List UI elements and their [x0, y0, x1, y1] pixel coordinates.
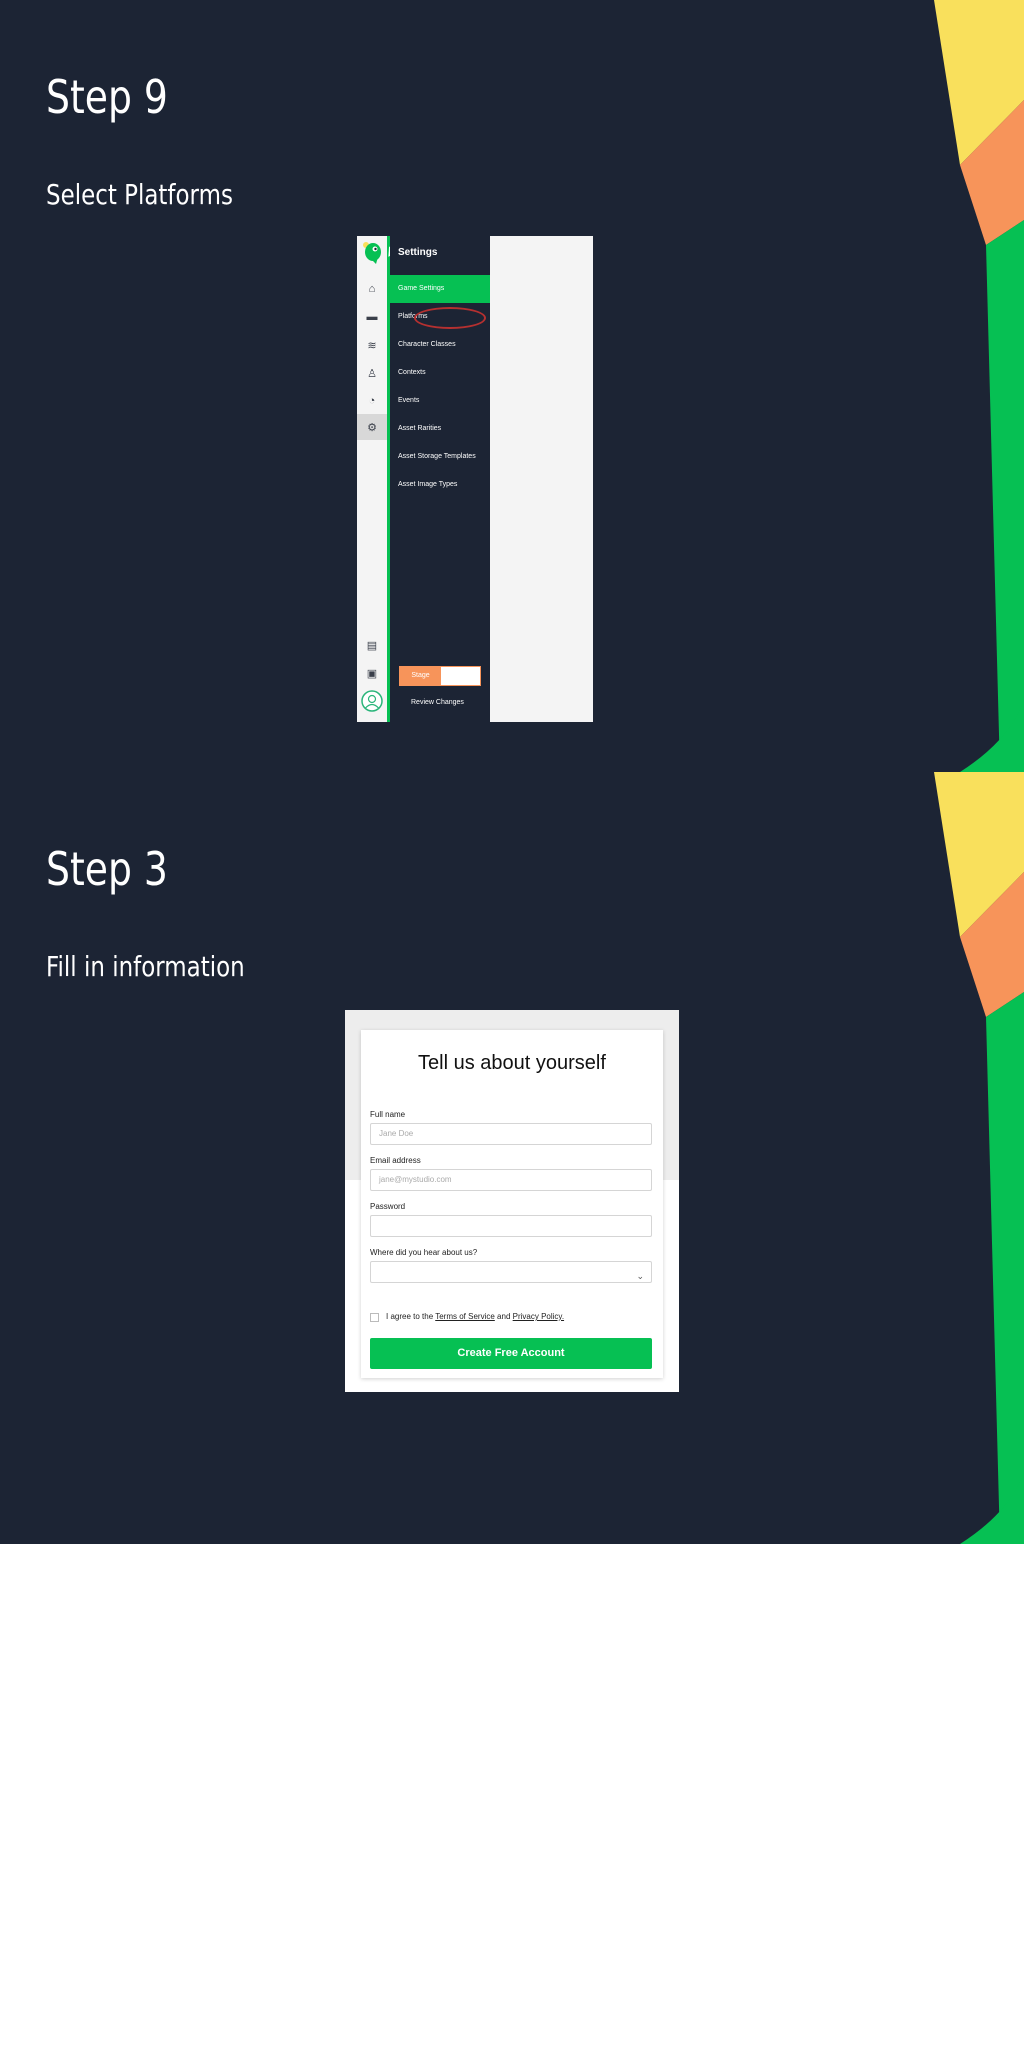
- highlight-ring: [414, 307, 486, 329]
- source-select[interactable]: ⌄: [370, 1261, 652, 1283]
- chevron-down-icon: ⌄: [636, 1271, 644, 1281]
- home-icon[interactable]: ⌂: [357, 276, 387, 302]
- avatar-icon[interactable]: [357, 688, 387, 714]
- email-label: Email address: [370, 1156, 421, 1165]
- slide-step-9: Step 9 Select Platforms ⌂ ▬ ≋ ♙ ◔ ⚙ ▤ ▣: [0, 0, 1024, 772]
- menu-item-asset-storage-templates[interactable]: Asset Storage Templates: [390, 443, 490, 471]
- full-name-label: Full name: [370, 1110, 406, 1119]
- email-input[interactable]: jane@mystudio.com: [370, 1169, 652, 1191]
- privacy-link[interactable]: Privacy Policy.: [513, 1312, 564, 1321]
- settings-menu: Settings Game Settings Platforms Charact…: [390, 236, 490, 722]
- menu-item-events[interactable]: Events: [390, 387, 490, 415]
- chat-icon[interactable]: ▣: [357, 660, 387, 686]
- menu-item-contexts[interactable]: Contexts: [390, 359, 490, 387]
- menu-item-asset-image-types[interactable]: Asset Image Types: [390, 471, 490, 499]
- agree-and: and: [497, 1312, 511, 1321]
- menu-item-asset-rarities[interactable]: Asset Rarities: [390, 415, 490, 443]
- decorative-stripes: [934, 0, 1024, 772]
- terms-link[interactable]: Terms of Service: [435, 1312, 495, 1321]
- step-title: Step 3: [46, 842, 168, 896]
- icon-rail: ⌂ ▬ ≋ ♙ ◔ ⚙ ▤ ▣: [357, 236, 390, 722]
- signup-screenshot: Tell us about yourself Full name Jane Do…: [345, 1010, 679, 1392]
- character-icon[interactable]: ♙: [357, 360, 387, 386]
- gear-icon[interactable]: ⚙: [357, 414, 387, 440]
- step-title: Step 9: [46, 70, 168, 124]
- agree-checkbox[interactable]: [370, 1313, 379, 1322]
- settings-header: Settings: [398, 247, 438, 258]
- source-label: Where did you hear about us?: [370, 1248, 478, 1257]
- gamepad-icon[interactable]: ▬: [357, 304, 387, 330]
- stage-button[interactable]: Stage: [399, 666, 481, 686]
- signup-card: Tell us about yourself Full name Jane Do…: [361, 1030, 663, 1378]
- password-label: Password: [370, 1202, 406, 1211]
- menu-item-character-classes[interactable]: Character Classes: [390, 331, 490, 359]
- review-changes-link[interactable]: Review Changes: [411, 699, 464, 706]
- layers-icon[interactable]: ≋: [357, 332, 387, 358]
- book-icon[interactable]: ▤: [357, 632, 387, 658]
- step-subtitle: Fill in information: [46, 950, 245, 983]
- password-input[interactable]: [370, 1215, 652, 1237]
- decorative-stripes: [934, 772, 1024, 1544]
- agree-text: I agree to the Terms of Service and Priv…: [386, 1312, 564, 1321]
- menu-item-game-settings[interactable]: Game Settings: [390, 275, 490, 303]
- create-account-button[interactable]: Create Free Account: [370, 1338, 652, 1369]
- form-title: Tell us about yourself: [418, 1052, 606, 1074]
- settings-screenshot: ⌂ ▬ ≋ ♙ ◔ ⚙ ▤ ▣ Settings Game Settings P…: [357, 236, 593, 722]
- agree-prefix: I agree to the: [386, 1312, 434, 1321]
- parrot-logo-icon: [363, 242, 381, 264]
- step-subtitle: Select Platforms: [46, 178, 233, 211]
- dashboard-icon[interactable]: ◔: [357, 388, 387, 414]
- full-name-input[interactable]: Jane Doe: [370, 1123, 652, 1145]
- stage-button-label: Stage: [400, 667, 441, 685]
